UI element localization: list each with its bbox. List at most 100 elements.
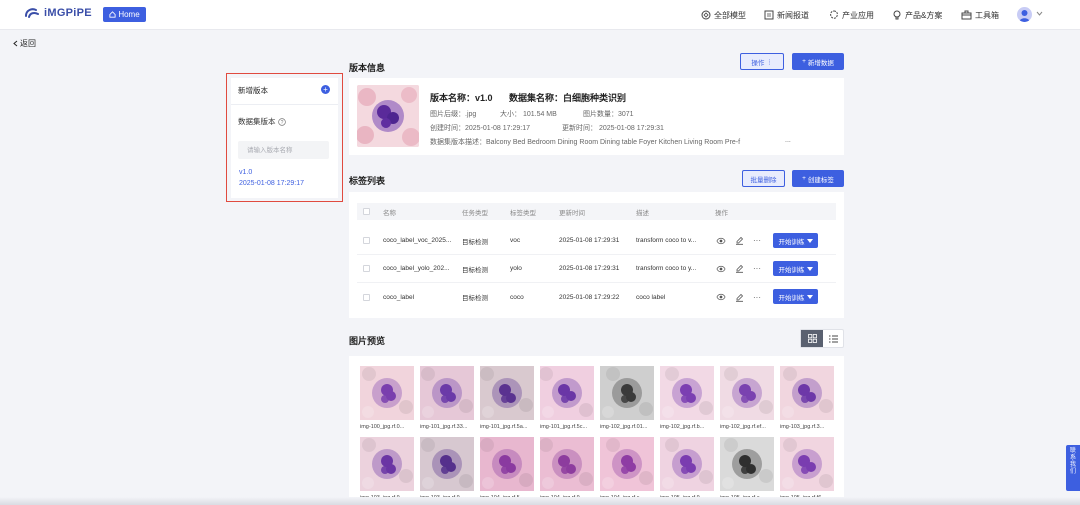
tag-updated: 2025-01-08 17:29:31 [559, 237, 620, 244]
image-thumbnail[interactable]: img-104_jpg.rf.9... [540, 437, 594, 501]
nav-label: 工具箱 [975, 10, 999, 20]
nav-news[interactable]: 新闻报道 [764, 8, 809, 22]
col-updated: 更新时间 [559, 209, 585, 217]
image-thumbnail[interactable]: img-101_jpg.rf.5a... [480, 366, 534, 430]
back-link[interactable]: 返回 [13, 38, 36, 49]
cell-image [480, 437, 534, 491]
cell-image [780, 366, 834, 420]
start-training-button[interactable]: 开始训练 [773, 289, 818, 304]
tag-updated: 2025-01-08 17:29:22 [559, 293, 620, 301]
image-thumbnail[interactable]: img-102_jpg.rf.ef... [720, 366, 774, 430]
version-item-time[interactable]: 2025-01-08 17:29:17 [239, 180, 304, 187]
back-label: 返回 [20, 39, 36, 48]
thumbnail-image [720, 437, 774, 491]
cell-image [420, 437, 474, 491]
cell-image [357, 85, 419, 147]
tag-task: 目标检测 [462, 295, 488, 302]
image-thumbnail[interactable]: img-105_jpg.rf.f6... [780, 437, 834, 501]
image-thumbnail[interactable]: img-102_jpg.rf.01... [600, 366, 654, 430]
operations-button[interactable]: 操作 ⋮ [740, 53, 784, 70]
chevron-down-icon[interactable] [1036, 11, 1043, 16]
more-vertical-icon: ⋮ [766, 58, 773, 66]
image-thumbnail[interactable]: img-104_jpg.rf.c... [600, 437, 654, 501]
table-header: 名称 任务类型 标签类型 更新时间 描述 操作 [357, 203, 836, 220]
thumbnail-caption: img-101_jpg.rf.5c... [540, 424, 588, 430]
nav-toolbox[interactable]: 工具箱 [961, 8, 999, 22]
edit-icon[interactable] [734, 264, 744, 274]
image-thumbnail[interactable]: img-103_jpg.rf.9... [360, 437, 414, 501]
view-icon[interactable] [716, 236, 726, 246]
image-thumbnail[interactable]: img-100_jpg.rf.0... [360, 366, 414, 430]
contact-us-tab[interactable]: 联系我们 [1066, 445, 1080, 491]
nav-label: 全部模型 [714, 10, 746, 20]
cell-image [720, 366, 774, 420]
version-panel: 新增版本 + 数据集版本 ? v1.0 2025-01-08 17:29:17 [231, 78, 338, 198]
batch-delete-button[interactable]: 批量删除 [742, 170, 785, 187]
tag-task: 目标检测 [462, 266, 488, 274]
thumbnail-image [660, 437, 714, 491]
col-name: 名称 [383, 209, 396, 217]
caret-down-icon [806, 294, 813, 299]
tag-name[interactable]: coco_label [383, 283, 414, 311]
select-all-checkbox[interactable] [363, 208, 370, 215]
add-data-button[interactable]: + 新增数据 [792, 53, 844, 70]
tag-type: coco [510, 293, 524, 301]
user-avatar[interactable] [1017, 7, 1032, 22]
image-preview-card: img-100_jpg.rf.0... img-101_jpg.rf.33... i… [349, 356, 844, 505]
col-actions: 操作 [715, 209, 728, 217]
row-checkbox[interactable] [363, 265, 370, 272]
image-thumbnail[interactable]: img-101_jpg.rf.33... [420, 366, 474, 430]
grid-view-button[interactable] [801, 330, 823, 347]
nav-industry[interactable]: 产业应用 [829, 8, 874, 22]
image-thumbnail[interactable]: img-103_jpg.rf.9... [420, 437, 474, 501]
image-thumbnail[interactable]: img-104_jpg.rf.5... [480, 437, 534, 501]
nav-products[interactable]: 产品&方案 [892, 8, 942, 22]
more-icon[interactable]: ··· [752, 264, 762, 274]
add-version-button[interactable]: + [321, 85, 330, 94]
more-icon[interactable]: ··· [752, 292, 762, 302]
list-view-button[interactable] [823, 330, 844, 347]
edit-icon[interactable] [734, 236, 744, 246]
row-checkbox[interactable] [363, 237, 370, 244]
image-thumbnail[interactable]: img-103_jpg.rf.3... [780, 366, 834, 430]
image-thumbnail[interactable]: img-105_jpg.rf.a... [720, 437, 774, 501]
thumbnail-image [600, 437, 654, 491]
version-name-input[interactable] [238, 141, 329, 159]
thumbnail-caption: img-102_jpg.rf.01... [600, 424, 648, 430]
start-training-label: 开始训练 [778, 238, 805, 246]
version-info-title: 版本信息 [349, 63, 386, 73]
image-thumbnail[interactable]: img-101_jpg.rf.5c... [540, 366, 594, 430]
col-desc: 描述 [636, 209, 649, 217]
create-tag-button[interactable]: + 创建标签 [792, 170, 844, 187]
tag-desc: coco label [636, 293, 666, 301]
svg-text:?: ? [280, 119, 283, 125]
tag-name[interactable]: coco_label_voc_2025... [383, 227, 451, 254]
cell-image [660, 437, 714, 491]
start-training-button[interactable]: 开始训练 [773, 233, 818, 248]
version-item-name[interactable]: v1.0 [239, 169, 252, 176]
start-training-button[interactable]: 开始训练 [773, 261, 818, 276]
tag-name[interactable]: coco_label_yolo_202... [383, 255, 450, 282]
brand-logo[interactable]: iMGPiPE [24, 7, 92, 19]
toolbox-icon [961, 10, 972, 20]
row-checkbox[interactable] [363, 293, 370, 301]
tag-table-card: 名称 任务类型 标签类型 更新时间 描述 操作 coco_label_voc_2… [349, 192, 844, 318]
dataset-version-label: 数据集版本 [238, 117, 276, 126]
image-thumbnail[interactable]: img-105_jpg.rf.9... [660, 437, 714, 501]
tag-list-title: 标签列表 [349, 176, 386, 186]
thumbnail-image [360, 366, 414, 420]
view-icon[interactable] [716, 292, 726, 302]
cell-image [360, 366, 414, 420]
home-button[interactable]: Home [103, 7, 146, 22]
thumbnail-image [540, 366, 594, 420]
image-thumbnail[interactable]: img-102_jpg.rf.b... [660, 366, 714, 430]
table-row: coco_label_yolo_202... 目标检测 yolo 2025-01… [357, 255, 836, 283]
cell-image [600, 437, 654, 491]
thumbnail-image [480, 366, 534, 420]
more-icon[interactable]: ··· [752, 236, 762, 246]
view-icon[interactable] [716, 264, 726, 274]
help-icon[interactable]: ? [277, 117, 286, 126]
edit-icon[interactable] [734, 292, 744, 302]
nav-all-models[interactable]: 全部模型 [701, 8, 746, 22]
thumbnail-caption: img-100_jpg.rf.0... [360, 424, 405, 430]
